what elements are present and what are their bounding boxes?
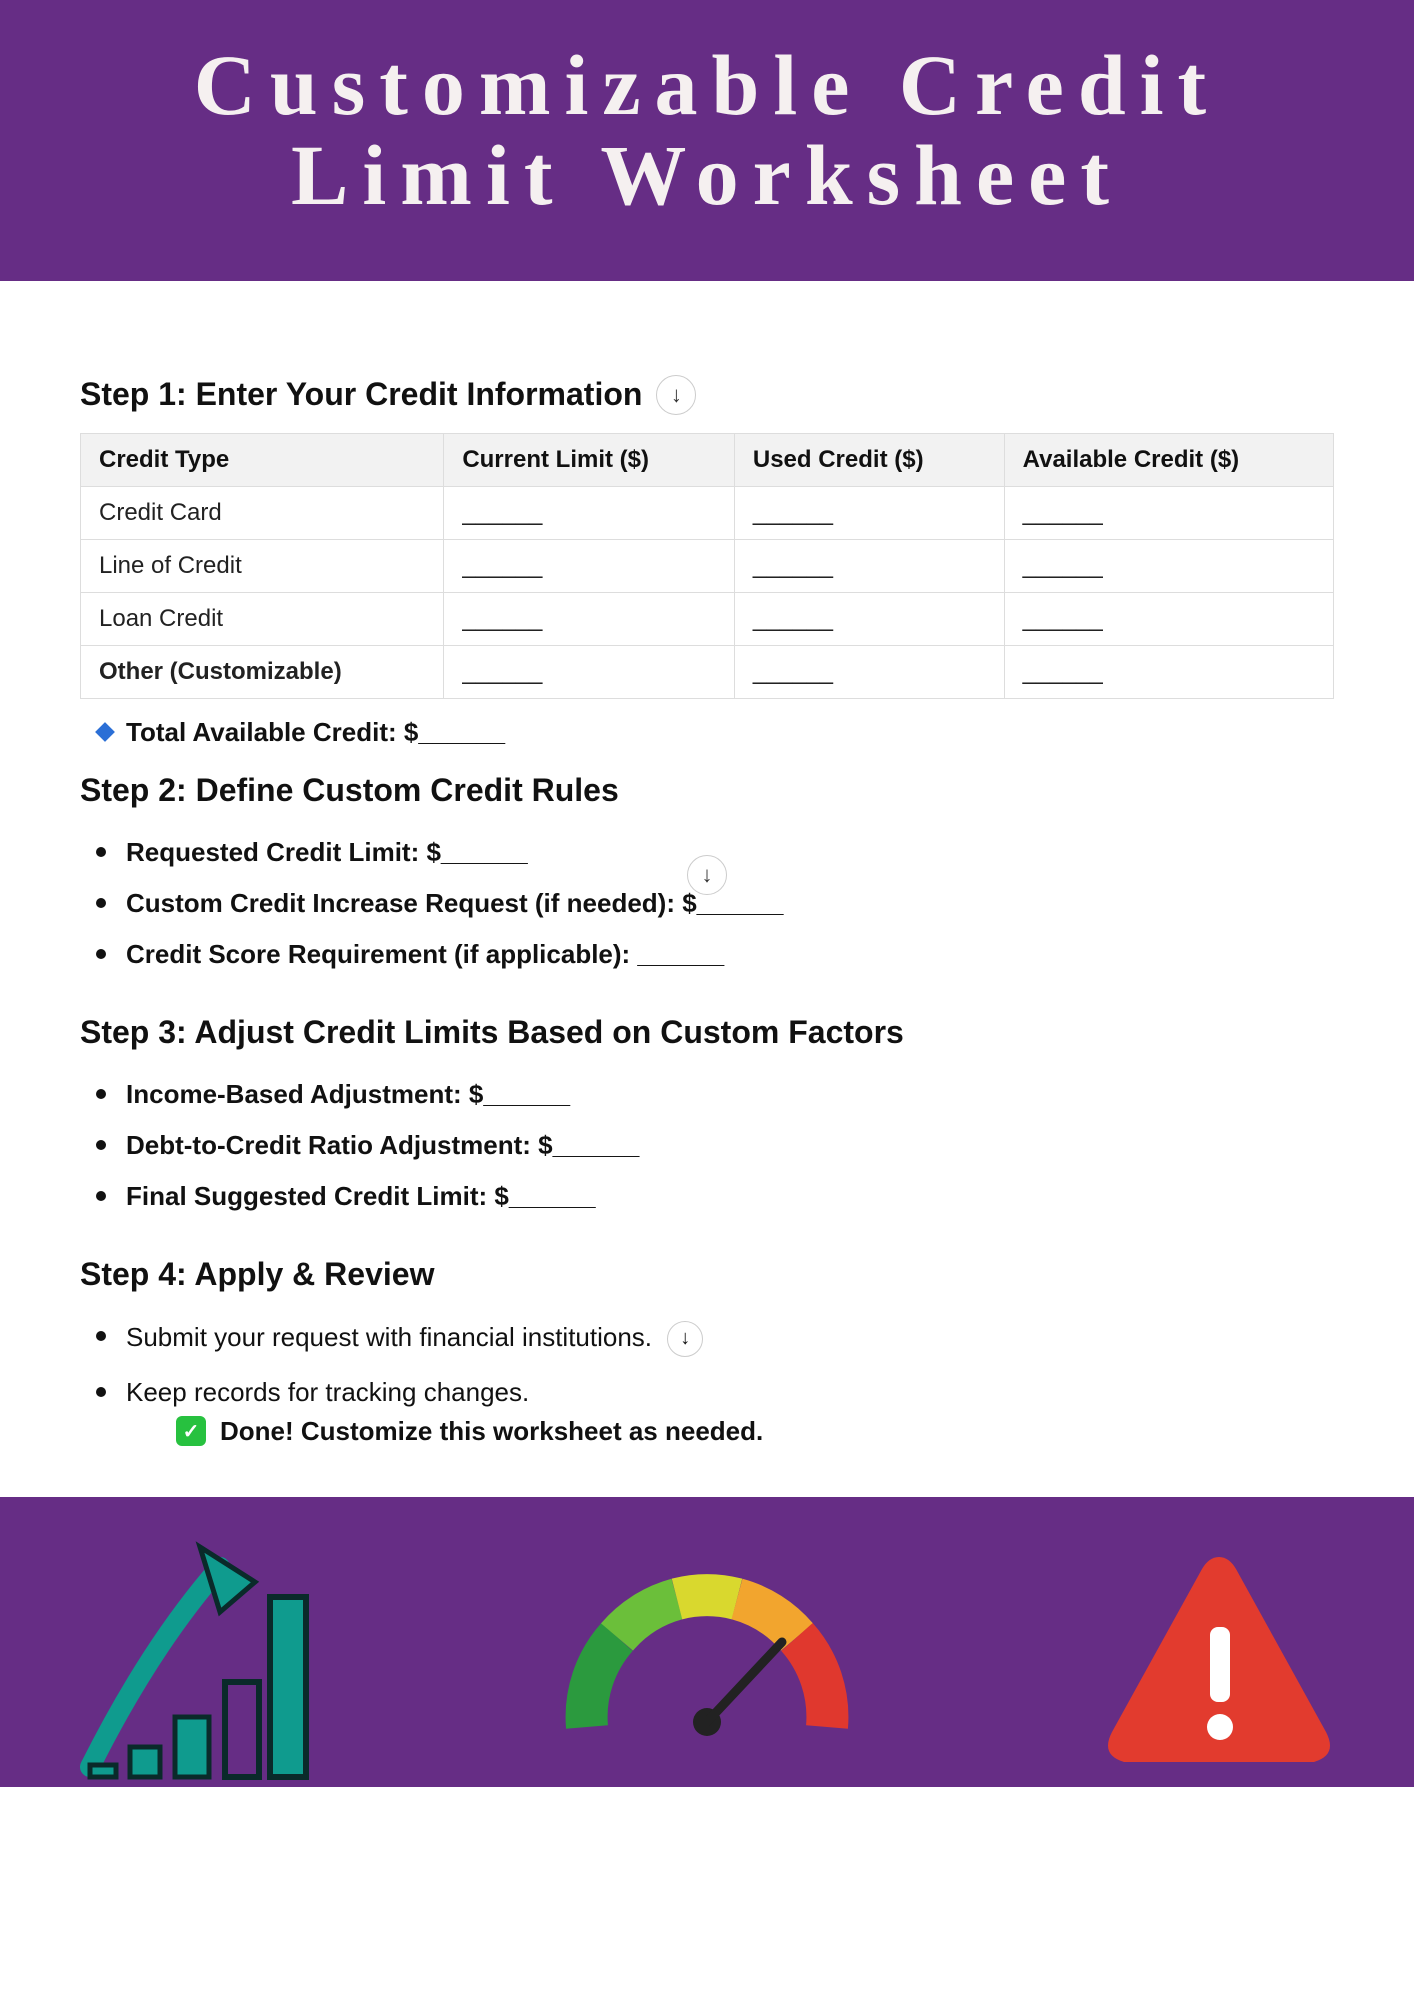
- gauge-icon: [547, 1527, 867, 1787]
- arrow-down-icon: ↓: [667, 1321, 703, 1357]
- page-header: Customizable Credit Limit Worksheet: [0, 0, 1414, 281]
- step1-heading: Step 1: Enter Your Credit Information ↓: [80, 375, 1334, 415]
- step4-title: Step 4: Apply & Review: [80, 1256, 434, 1293]
- list-item[interactable]: Final Suggested Credit Limit: $______: [96, 1171, 1334, 1222]
- table-row: Other (Customizable) ______ ______ _____…: [81, 645, 1334, 698]
- list-item[interactable]: Debt-to-Credit Ratio Adjustment: $______: [96, 1120, 1334, 1171]
- step3-list: Income-Based Adjustment: $______ Debt-to…: [80, 1069, 1334, 1222]
- col-used-credit: Used Credit ($): [734, 433, 1004, 486]
- check-icon: ✓: [176, 1416, 206, 1446]
- warning-icon: [1094, 1537, 1344, 1787]
- col-credit-type: Credit Type: [81, 433, 444, 486]
- col-current-limit: Current Limit ($): [444, 433, 735, 486]
- col-available-credit: Available Credit ($): [1004, 433, 1333, 486]
- list-item: Submit your request with financial insti…: [96, 1311, 1334, 1367]
- page-footer: [0, 1497, 1414, 1787]
- worksheet-content: Step 1: Enter Your Credit Information ↓ …: [0, 281, 1414, 1497]
- table-row: Line of Credit ______ ______ ______: [81, 539, 1334, 592]
- step1-title: Step 1: Enter Your Credit Information: [80, 376, 642, 413]
- step2-heading: Step 2: Define Custom Credit Rules: [80, 772, 1334, 809]
- step4-heading: Step 4: Apply & Review: [80, 1256, 1334, 1293]
- step3-title: Step 3: Adjust Credit Limits Based on Cu…: [80, 1014, 904, 1051]
- list-item[interactable]: Credit Score Requirement (if applicable)…: [96, 929, 1334, 980]
- step2-list: Requested Credit Limit: $______ Custom C…: [80, 827, 1334, 980]
- list-item[interactable]: Income-Based Adjustment: $______: [96, 1069, 1334, 1120]
- arrow-down-icon: ↓: [656, 375, 696, 415]
- page-title: Customizable Credit Limit Worksheet: [20, 40, 1394, 221]
- table-row: Loan Credit ______ ______ ______: [81, 592, 1334, 645]
- credit-info-table: Credit Type Current Limit ($) Used Credi…: [80, 433, 1334, 699]
- done-text: Done! Customize this worksheet as needed…: [220, 1416, 763, 1447]
- list-item: Keep records for tracking changes. ✓ Don…: [96, 1367, 1334, 1457]
- done-line: ✓ Done! Customize this worksheet as need…: [126, 1408, 1334, 1447]
- growth-chart-icon: [70, 1527, 320, 1787]
- step2-title: Step 2: Define Custom Credit Rules: [80, 772, 619, 809]
- step3-heading: Step 3: Adjust Credit Limits Based on Cu…: [80, 1014, 1334, 1051]
- diamond-bullet-icon: [95, 722, 115, 742]
- total-text: Total Available Credit: $______: [126, 717, 505, 748]
- step4-list: Submit your request with financial insti…: [80, 1311, 1334, 1457]
- arrow-down-icon: ↓: [687, 855, 727, 895]
- total-available-credit: Total Available Credit: $______: [98, 717, 1334, 748]
- table-row: Credit Card ______ ______ ______: [81, 486, 1334, 539]
